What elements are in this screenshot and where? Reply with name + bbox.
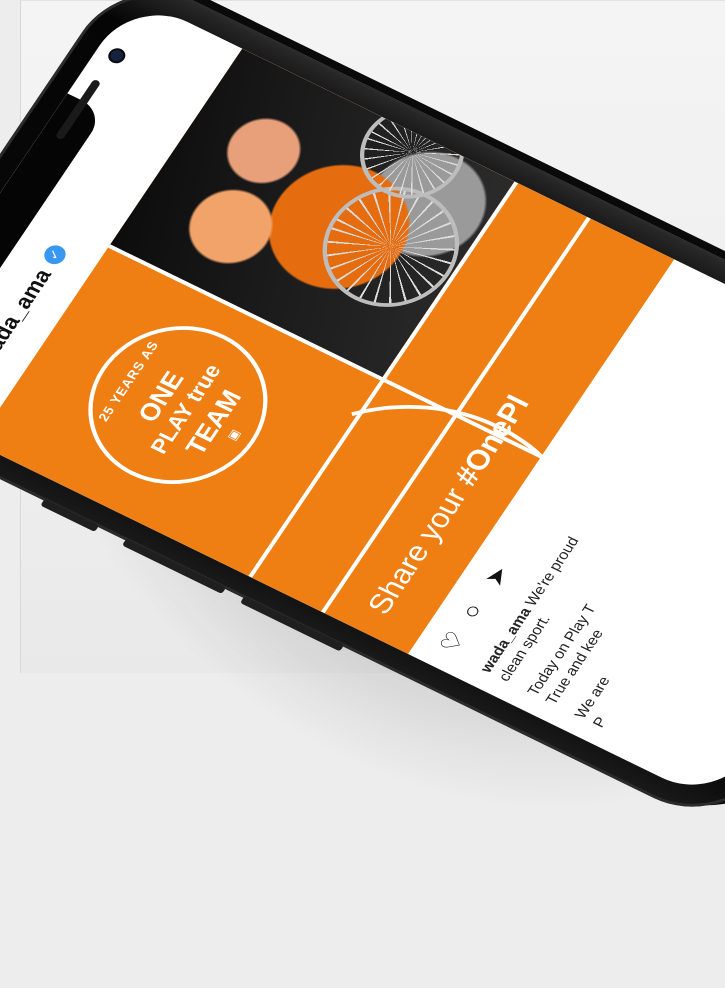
caption-line: P [589, 714, 611, 731]
comment-icon[interactable]: ○ [456, 599, 490, 623]
front-camera [108, 48, 126, 64]
heart-icon[interactable]: ♡ [434, 627, 472, 658]
verified-check-icon: ✓ [40, 242, 70, 268]
send-icon[interactable]: ➤ [479, 561, 517, 591]
